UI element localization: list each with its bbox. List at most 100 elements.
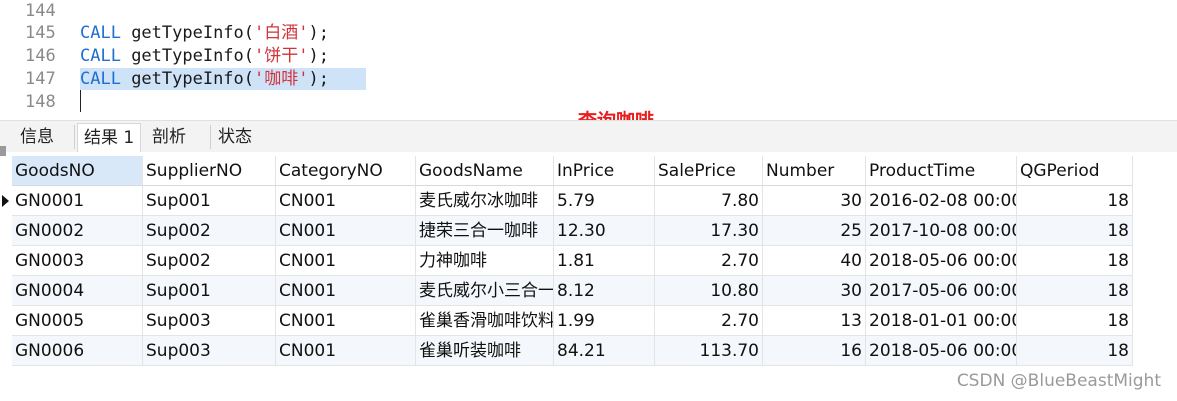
table-cell[interactable]: 17.30 [655, 216, 763, 246]
column-header-qgperiod[interactable]: QGPeriod [1017, 156, 1133, 186]
sql-end: ); [308, 46, 329, 66]
column-header-goodsname[interactable]: GoodsName [416, 156, 554, 186]
column-header-categoryno[interactable]: CategoryNO [276, 156, 416, 186]
table-cell[interactable]: 16 [763, 336, 866, 366]
line-number: 146 [25, 46, 56, 66]
sql-call: getTypeInfo( [120, 46, 255, 66]
table-cell[interactable]: 12.30 [554, 216, 655, 246]
sql-keyword: CALL [80, 46, 121, 66]
table-cell[interactable]: 7.80 [655, 186, 763, 216]
table-cell[interactable]: 麦氏威尔冰咖啡 [416, 186, 554, 216]
sql-call: getTypeInfo( [120, 23, 255, 43]
table-cell[interactable]: 18 [1017, 216, 1133, 246]
sql-keyword: CALL [80, 69, 121, 89]
table-cell[interactable]: CN001 [276, 276, 416, 306]
line-number: 147 [25, 69, 56, 89]
table-cell[interactable]: Sup003 [143, 306, 276, 336]
table-cell[interactable]: 雀巢听装咖啡 [416, 336, 554, 366]
sql-call: getTypeInfo( [120, 69, 255, 89]
table-cell[interactable]: 2018-01-01 00:00 [866, 306, 1017, 336]
table-cell[interactable]: 2.70 [655, 246, 763, 276]
table-cell[interactable]: CN001 [276, 246, 416, 276]
text-cursor [80, 90, 81, 112]
table-cell[interactable]: 2016-02-08 00:00 [866, 186, 1017, 216]
table-cell[interactable]: 18 [1017, 246, 1133, 276]
table-cell[interactable]: 1.81 [554, 246, 655, 276]
quote: ' [254, 69, 265, 89]
table-cell[interactable]: 113.70 [655, 336, 763, 366]
table-cell[interactable]: Sup003 [143, 336, 276, 366]
tab-status[interactable]: 状态 [212, 123, 258, 151]
string-arg: 咖啡 [264, 69, 299, 89]
tab-divider [210, 125, 211, 149]
tab-divider [74, 125, 75, 149]
sql-editor[interactable]: 144 145 146 147 148 CALL getTypeInfo('白酒… [0, 0, 1177, 116]
table-cell[interactable]: CN001 [276, 186, 416, 216]
table-cell[interactable]: 18 [1017, 336, 1133, 366]
table-cell[interactable]: 25 [763, 216, 866, 246]
table-cell[interactable]: GN0004 [12, 276, 143, 306]
tab-info[interactable]: 信息 [14, 123, 60, 151]
table-cell[interactable]: 2.70 [655, 306, 763, 336]
sql-keyword: CALL [80, 23, 121, 43]
table-cell[interactable]: CN001 [276, 336, 416, 366]
table-cell[interactable]: 30 [763, 276, 866, 306]
table-cell[interactable]: Sup001 [143, 276, 276, 306]
code-line-145[interactable]: CALL getTypeInfo('白酒'); [80, 22, 329, 45]
tab-result-1[interactable]: 结果 1 [77, 123, 142, 152]
column-header-inprice[interactable]: InPrice [554, 156, 655, 186]
quote: ' [298, 46, 309, 66]
quote: ' [298, 69, 309, 89]
result-tabbar: 信息 结果 1 剖析 状态 [0, 120, 1177, 152]
table-cell[interactable]: GN0002 [12, 216, 143, 246]
table-cell[interactable]: Sup002 [143, 246, 276, 276]
table-cell[interactable]: CN001 [276, 306, 416, 336]
row-header-column [0, 156, 12, 366]
column-header-number[interactable]: Number [763, 156, 866, 186]
table-cell[interactable]: Sup002 [143, 216, 276, 246]
table-cell[interactable]: CN001 [276, 216, 416, 246]
watermark: CSDN @BlueBeastMight [956, 371, 1161, 391]
column-header-producttime[interactable]: ProductTime [866, 156, 1017, 186]
current-row-marker-icon [2, 195, 9, 207]
table-cell[interactable]: 18 [1017, 276, 1133, 306]
table-cell[interactable]: 力神咖啡 [416, 246, 554, 276]
column-header-supplierno[interactable]: SupplierNO [143, 156, 276, 186]
table-cell[interactable]: 18 [1017, 306, 1133, 336]
table-cell[interactable]: GN0005 [12, 306, 143, 336]
code-line-146[interactable]: CALL getTypeInfo('饼干'); [80, 45, 329, 68]
table-cell[interactable]: 5.79 [554, 186, 655, 216]
quote: ' [254, 46, 265, 66]
table-cell[interactable]: 10.80 [655, 276, 763, 306]
table-cell[interactable]: 捷荣三合一咖啡 [416, 216, 554, 246]
string-arg: 饼干 [264, 46, 299, 66]
sql-end: ); [308, 69, 329, 89]
table-cell[interactable]: 8.12 [554, 276, 655, 306]
table-cell[interactable]: 麦氏威尔小三合一 [416, 276, 554, 306]
column-header-saleprice[interactable]: SalePrice [655, 156, 763, 186]
table-cell[interactable]: 84.21 [554, 336, 655, 366]
table-cell[interactable]: GN0001 [12, 186, 143, 216]
quote: ' [254, 23, 265, 43]
table-cell[interactable]: GN0006 [12, 336, 143, 366]
table-cell[interactable]: 雀巢香滑咖啡饮料 [416, 306, 554, 336]
table-cell[interactable]: 2017-10-08 00:00 [866, 216, 1017, 246]
code-line-147[interactable]: CALL getTypeInfo('咖啡'); [80, 68, 329, 91]
sql-end: ); [308, 23, 329, 43]
table-cell[interactable]: 30 [763, 186, 866, 216]
table-cell[interactable]: 2018-05-06 00:00 [866, 246, 1017, 276]
table-cell[interactable]: 2018-05-06 00:00 [866, 336, 1017, 366]
table-cell[interactable]: Sup001 [143, 186, 276, 216]
table-cell[interactable]: 1.99 [554, 306, 655, 336]
line-number: 144 [25, 1, 56, 21]
table-cell[interactable]: 2017-05-06 00:00 [866, 276, 1017, 306]
quote: ' [298, 23, 309, 43]
column-header-goodsno[interactable]: GoodsNO [12, 156, 143, 186]
table-cell[interactable]: 18 [1017, 186, 1133, 216]
table-cell[interactable]: 13 [763, 306, 866, 336]
table-cell[interactable]: GN0003 [12, 246, 143, 276]
table-cell[interactable]: 40 [763, 246, 866, 276]
string-arg: 白酒 [264, 23, 299, 43]
tab-profile[interactable]: 剖析 [146, 123, 192, 151]
line-number: 145 [25, 23, 56, 43]
